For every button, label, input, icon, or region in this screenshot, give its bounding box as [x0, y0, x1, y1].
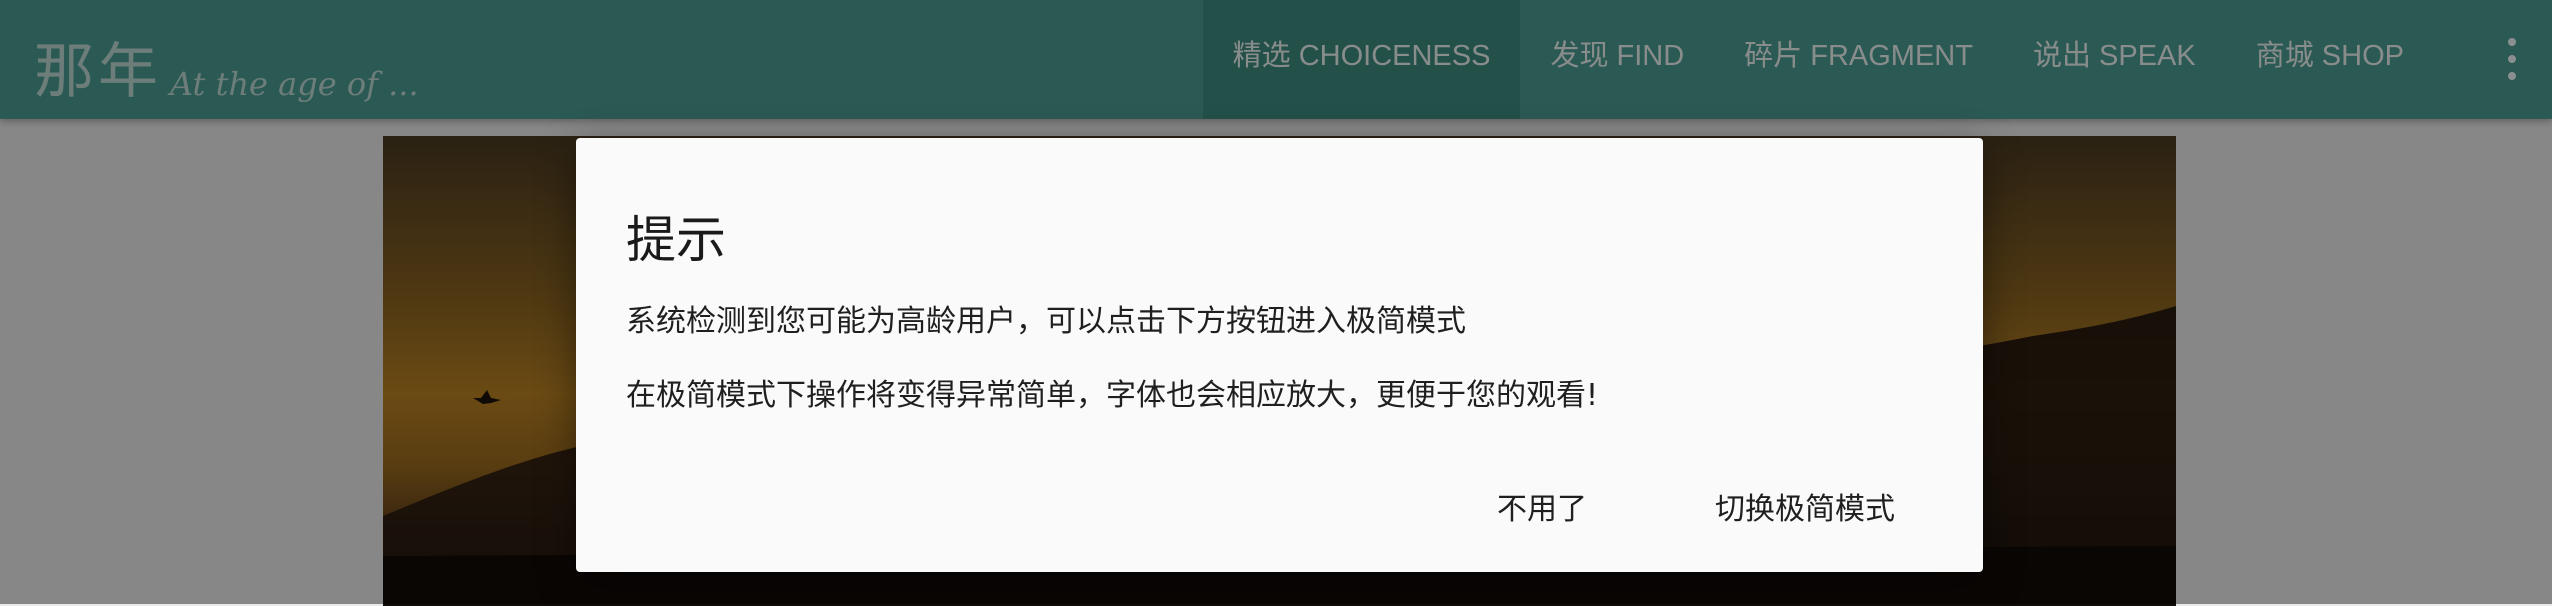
dialog-title: 提示 — [626, 211, 726, 269]
dialog-message-line2: 在极简模式下操作将变得异常简单，字体也会相应放大，更便于您的观看! — [626, 378, 1599, 413]
dialog-message-line1: 系统检测到您可能为高龄用户，可以点击下方按钮进入极简模式 — [626, 304, 1466, 339]
switch-simple-mode-button[interactable]: 切换极简模式 — [1689, 474, 1921, 538]
dismiss-button[interactable]: 不用了 — [1471, 474, 1613, 538]
elderly-mode-dialog: 提示 系统检测到您可能为高龄用户，可以点击下方按钮进入极简模式 在极简模式下操作… — [576, 138, 1983, 572]
dialog-actions: 不用了 切换极简模式 — [1395, 474, 1921, 538]
